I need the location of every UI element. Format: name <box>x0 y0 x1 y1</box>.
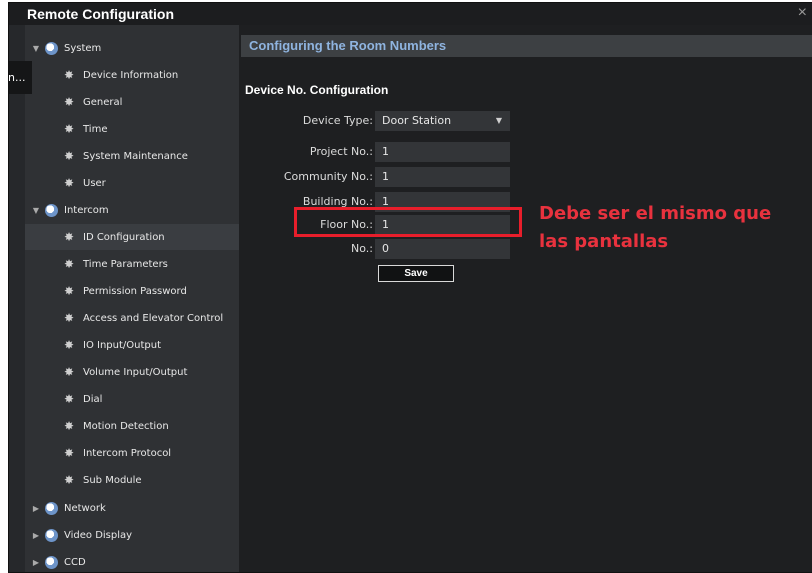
close-icon[interactable]: × <box>798 4 807 22</box>
device-type-value: Door Station <box>382 114 452 127</box>
sidebar-item-label: CCD <box>64 556 86 568</box>
sidebar-item-label: Time Parameters <box>83 258 168 270</box>
chevron-right-icon[interactable]: ▶ <box>31 558 41 567</box>
sidebar-item-label: ID Configuration <box>83 231 165 243</box>
sidebar-item-label: Permission Password <box>83 285 187 297</box>
sidebar-item-access-and-elevator-control[interactable]: ✸ Access and Elevator Control <box>25 305 239 331</box>
sidebar-item-label: Network <box>64 502 106 514</box>
device-type-select[interactable]: Door Station ▼ <box>375 111 510 131</box>
chevron-down-icon[interactable]: ▼ <box>31 44 41 53</box>
content-panel: Configuring the Room Numbers Device No. … <box>239 25 812 572</box>
annotation-line-1: Debe ser el mismo que <box>539 203 772 224</box>
gear-icon: ✸ <box>63 365 75 379</box>
video-icon <box>45 528 58 542</box>
chevron-right-icon[interactable]: ▶ <box>31 504 41 513</box>
sidebar-item-id-configuration[interactable]: ✸ ID Configuration <box>25 224 239 250</box>
community-no-field[interactable]: 1 <box>375 167 510 187</box>
gear-icon: ✸ <box>63 68 75 82</box>
sidebar-item-system[interactable]: ▼ System <box>25 35 239 61</box>
sidebar-item-intercom-protocol[interactable]: ✸ Intercom Protocol <box>25 440 239 466</box>
gear-icon: ✸ <box>63 419 75 433</box>
truncated-item-label: n... <box>9 71 26 84</box>
sidebar-item-label: Time <box>83 123 108 135</box>
gear-icon: ✸ <box>63 392 75 406</box>
sidebar-item-label: Intercom Protocol <box>83 447 172 459</box>
community-no-label: Community No.: <box>283 170 373 183</box>
sidebar-item-label: System <box>64 42 102 54</box>
sidebar-item-video-display[interactable]: ▶ Video Display <box>25 522 239 548</box>
sidebar-item-label: Sub Module <box>83 474 142 486</box>
sidebar-item-network[interactable]: ▶ Network <box>25 495 239 521</box>
sidebar-item-label: Video Display <box>64 529 133 541</box>
gear-icon: ✸ <box>63 230 75 244</box>
intercom-icon <box>45 203 58 217</box>
sidebar-item-general[interactable]: ✸ General <box>25 89 239 115</box>
gear-icon: ✸ <box>63 257 75 271</box>
sidebar-item-label: User <box>83 177 106 189</box>
floor-no-highlight-box <box>294 207 522 237</box>
gear-icon: ✸ <box>63 95 75 109</box>
sidebar-item-label: General <box>83 96 123 108</box>
chevron-down-icon[interactable]: ▼ <box>31 206 41 215</box>
gear-icon: ✸ <box>63 284 75 298</box>
no-field[interactable]: 0 <box>375 239 510 259</box>
config-tree-sidebar: ▼ System ✸ Device Information ✸ General ✸ Time ✸… <box>25 25 239 572</box>
project-no-label: Project No.: <box>309 145 373 158</box>
sidebar-item-volume-input-output[interactable]: ✸ Volume Input/Output <box>25 359 239 385</box>
sidebar-item-sub-module[interactable]: ✸ Sub Module <box>25 467 239 493</box>
section-title: Device No. Configuration <box>245 83 389 97</box>
sidebar-item-label: Intercom <box>64 204 109 216</box>
sidebar-item-label: Motion Detection <box>83 420 169 432</box>
save-button[interactable]: Save <box>378 265 454 282</box>
sidebar-item-dial[interactable]: ✸ Dial <box>25 386 239 412</box>
gear-icon: ✸ <box>63 446 75 460</box>
sidebar-item-motion-detection[interactable]: ✸ Motion Detection <box>25 413 239 439</box>
gear-icon: ✸ <box>63 176 75 190</box>
project-no-field[interactable]: 1 <box>375 142 510 162</box>
sidebar-item-ccd[interactable]: ▶ CCD <box>25 549 239 572</box>
sidebar-item-intercom[interactable]: ▼ Intercom <box>25 197 239 223</box>
chevron-down-icon: ▼ <box>495 116 502 125</box>
sidebar-item-time[interactable]: ✸ Time <box>25 116 239 142</box>
remote-configuration-window: Remote Configuration × ▼ System ✸ Device In… <box>8 2 812 573</box>
sidebar-item-permission-password[interactable]: ✸ Permission Password <box>25 278 239 304</box>
network-icon <box>45 501 58 515</box>
sidebar-item-label: System Maintenance <box>83 150 188 162</box>
truncated-item-stub: n... <box>9 61 32 94</box>
sidebar-item-io-input-output[interactable]: ✸ IO Input/Output <box>25 332 239 358</box>
sidebar-item-device-information[interactable]: ✸ Device Information <box>25 62 239 88</box>
title-bar: Remote Configuration × <box>9 3 812 25</box>
gear-icon: ✸ <box>63 338 75 352</box>
system-icon <box>45 41 58 55</box>
sidebar-item-system-maintenance[interactable]: ✸ System Maintenance <box>25 143 239 169</box>
gear-icon: ✸ <box>63 311 75 325</box>
sidebar-item-label: Dial <box>83 393 103 405</box>
sidebar-item-user[interactable]: ✸ User <box>25 170 239 196</box>
gear-icon: ✸ <box>63 122 75 136</box>
window-title: Remote Configuration <box>27 6 174 22</box>
ccd-icon <box>45 555 58 569</box>
annotation-text: Debe ser el mismo que las pantallas <box>539 200 809 256</box>
sidebar-item-label: Device Information <box>83 69 179 81</box>
device-type-label: Device Type: <box>302 114 373 127</box>
annotation-line-2: las pantallas <box>539 231 669 252</box>
sidebar-item-label: Volume Input/Output <box>83 366 188 378</box>
no-label: No.: <box>351 242 373 255</box>
gear-icon: ✸ <box>63 473 75 487</box>
sidebar-item-time-parameters[interactable]: ✸ Time Parameters <box>25 251 239 277</box>
sidebar-item-label: Access and Elevator Control <box>83 312 224 324</box>
chevron-right-icon[interactable]: ▶ <box>31 531 41 540</box>
panel-title: Configuring the Room Numbers <box>241 35 812 57</box>
sidebar-item-label: IO Input/Output <box>83 339 161 351</box>
gear-icon: ✸ <box>63 149 75 163</box>
